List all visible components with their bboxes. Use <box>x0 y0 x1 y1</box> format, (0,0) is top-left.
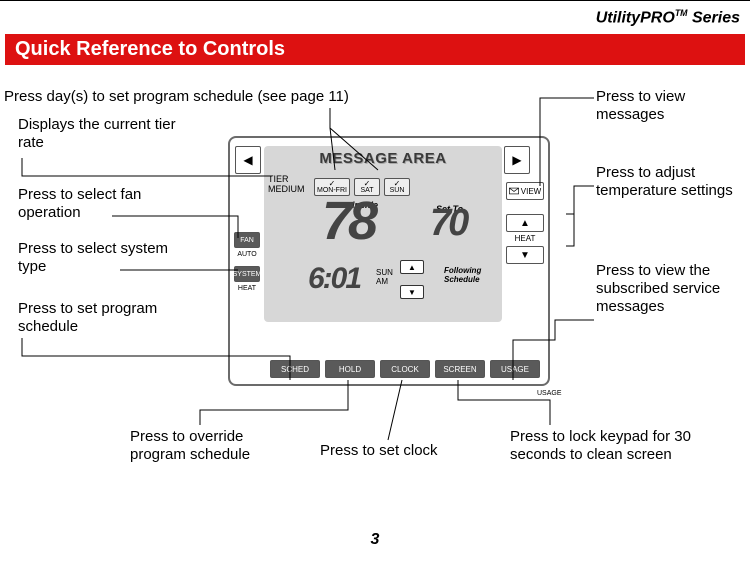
heat-label: HEAT <box>506 234 544 243</box>
series-label: UtilityPROTM Series <box>596 8 740 27</box>
following-schedule: Following Schedule <box>444 266 502 284</box>
chevron-down-icon: ▼ <box>520 250 530 261</box>
system-button[interactable]: SYSTEM <box>234 266 260 282</box>
clock-label: CLOCK <box>391 365 419 374</box>
message-area-label: MESSAGE AREA <box>264 150 502 167</box>
usage-down-button[interactable]: ▼ <box>400 285 424 299</box>
callout-fan: Press to select fan operation <box>18 186 178 222</box>
chevron-right-icon: ▶ <box>512 153 521 167</box>
lcd-screen: MESSAGE AREA TIER MEDIUM ✓MON-FRI ✓SAT ✓… <box>264 146 502 322</box>
tier-value: MEDIUM <box>268 184 305 194</box>
system-label: SYSTEM <box>233 271 262 278</box>
auto-label: AUTO <box>234 251 260 258</box>
callout-system: Press to select system type <box>18 240 198 276</box>
chevron-left-icon: ◀ <box>243 153 252 167</box>
temp-down-button[interactable]: ▼ <box>506 246 544 264</box>
series-suffix: Series <box>688 9 740 26</box>
fan-button[interactable]: FAN <box>234 232 260 248</box>
envelope-icon <box>509 187 519 195</box>
screen-button[interactable]: SCREEN <box>435 360 485 378</box>
callout-submsg: Press to view the subscribed service mes… <box>596 262 746 316</box>
current-temp: 78 <box>322 194 374 248</box>
thermostat-device: ◀ ▶ VIEW ▲ HEAT ▼ FAN AUTO SYSTEM HEAT M… <box>228 136 550 386</box>
view-label: VIEW <box>521 187 541 196</box>
clock-display: 6:01 <box>308 264 360 294</box>
callout-view: Press to view messages <box>596 88 736 124</box>
usage-label: USAGE <box>537 390 562 397</box>
day-sun-button[interactable]: ✓SUN <box>384 178 410 196</box>
msg-prev-button[interactable]: ◀ <box>235 146 261 174</box>
heading-bar: Quick Reference to Controls <box>5 34 745 65</box>
callout-screen: Press to lock keypad for 30 seconds to c… <box>510 428 730 464</box>
heat-small-label: HEAT <box>234 285 260 292</box>
usage-button[interactable]: USAGE <box>490 360 540 378</box>
fan-label: FAN <box>240 237 254 244</box>
chevron-up-icon: ▲ <box>520 218 530 229</box>
day-indicator: SUN <box>376 268 393 277</box>
hold-label: HOLD <box>339 365 361 374</box>
sched-label: SCHED <box>281 365 309 374</box>
callout-tier: Displays the current tier rate <box>18 116 178 152</box>
tier-title: TIER <box>268 174 305 184</box>
heading: Quick Reference to Controls <box>15 38 285 60</box>
clock-button[interactable]: CLOCK <box>380 360 430 378</box>
page: UtilityPROTM Series Quick Reference to C… <box>0 0 750 561</box>
divider <box>0 0 750 1</box>
page-number: 3 <box>0 531 750 549</box>
chevron-up-icon: ▲ <box>408 263 416 272</box>
screen-label: SCREEN <box>443 365 476 374</box>
temp-up-button[interactable]: ▲ <box>506 214 544 232</box>
day-ampm: SUN AM <box>376 268 393 286</box>
series-name: UtilityPRO <box>596 9 675 26</box>
msg-next-button[interactable]: ▶ <box>504 146 530 174</box>
following-text: Following Schedule <box>444 266 481 284</box>
hold-button[interactable]: HOLD <box>325 360 375 378</box>
callout-temp: Press to adjust temperature settings <box>596 164 746 200</box>
callout-days: Press day(s) to set program schedule (se… <box>4 88 349 106</box>
ampm-indicator: AM <box>376 277 393 286</box>
tm: TM <box>675 8 688 18</box>
callout-sched: Press to set program schedule <box>18 300 198 336</box>
usage-up-button[interactable]: ▲ <box>400 260 424 274</box>
usage-arrows: ▲ USAGE ▼ <box>400 260 424 301</box>
sched-button[interactable]: SCHED <box>270 360 320 378</box>
chevron-down-icon: ▼ <box>408 288 416 297</box>
callout-clock: Press to set clock <box>320 442 438 460</box>
set-temp: 70 <box>430 204 466 242</box>
callout-hold: Press to override program schedule <box>130 428 290 464</box>
usage-btn-label: USAGE <box>501 365 529 374</box>
tier-display: TIER MEDIUM <box>268 174 305 194</box>
day-label: SUN <box>390 187 405 194</box>
view-button[interactable]: VIEW <box>506 182 544 200</box>
